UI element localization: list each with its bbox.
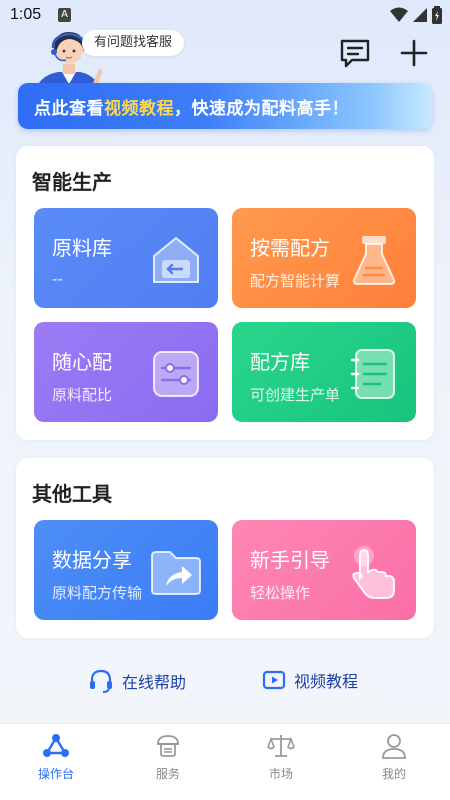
link-label: 在线帮助 — [122, 673, 187, 692]
headset-icon — [90, 669, 112, 693]
tile-subtitle: 配方智能计算 — [250, 272, 341, 290]
banner-highlight: 视频教程 — [104, 99, 174, 119]
material-library-tile[interactable]: 原料库 -- — [34, 208, 218, 308]
battery-icon — [432, 6, 442, 24]
workbench-icon — [43, 734, 69, 757]
plus-icon[interactable] — [397, 36, 431, 70]
user-icon — [382, 734, 406, 759]
tab-mine[interactable]: 我的 — [354, 732, 434, 788]
tile-subtitle: 原料配比 — [52, 386, 113, 404]
wifi-icon — [390, 7, 408, 22]
link-label: 视频教程 — [294, 672, 359, 691]
other-tools-title: 其他工具 — [32, 482, 112, 506]
tile-title: 新手引导 — [250, 548, 330, 572]
tab-workbench[interactable]: 操作台 — [16, 732, 96, 788]
service-icon — [157, 735, 179, 757]
banner-suffix: ，快速成为配料高手！ — [174, 99, 349, 119]
tile-title: 配方库 — [250, 350, 310, 374]
free-mix-tile[interactable]: 随心配 原料配比 — [34, 322, 218, 422]
house-arrow-icon — [153, 236, 199, 283]
status-indicators — [390, 6, 442, 24]
formula-on-demand-tile[interactable]: 按需配方 配方智能计算 — [232, 208, 416, 308]
banner-prefix: 点此查看 — [34, 99, 104, 119]
tile-subtitle: 原料配方传输 — [52, 584, 143, 602]
tile-subtitle: 轻松操作 — [250, 584, 311, 602]
tab-label: 服务 — [155, 767, 180, 781]
tile-title: 原料库 — [52, 236, 112, 260]
formula-library-tile[interactable]: 配方库 可创建生产单 — [232, 322, 416, 422]
tab-service[interactable]: 服务 — [128, 732, 208, 788]
smart-production-card: 智能生产 原料库 -- 按需配方 配方智能计算 随心配 原料配比 配方库 可创建… — [16, 146, 434, 440]
folder-share-icon — [151, 551, 201, 595]
notification-icon: A — [58, 8, 71, 22]
tile-title: 按需配方 — [250, 236, 330, 260]
bottom-tab-bar: 操作台 服务 市场 我的 — [0, 723, 450, 800]
message-icon[interactable] — [338, 36, 372, 70]
finger-tap-icon — [352, 546, 395, 599]
help-bubble[interactable]: 有问题找客服 — [82, 30, 185, 56]
tile-subtitle: -- — [52, 270, 63, 288]
other-tools-card: 其他工具 数据分享 原料配方传输 新手引导 轻松操作 — [16, 458, 434, 638]
tile-subtitle: 可创建生产单 — [250, 386, 341, 404]
video-tutorial-link[interactable]: 视频教程 — [262, 668, 358, 692]
banner-text: 点此查看视频教程，快速成为配料高手！ — [34, 94, 349, 119]
beginner-guide-tile[interactable]: 新手引导 轻松操作 — [232, 520, 416, 620]
data-share-tile[interactable]: 数据分享 原料配方传输 — [34, 520, 218, 620]
notebook-icon — [350, 349, 395, 399]
status-time: 1:05 — [10, 6, 42, 23]
scale-icon — [267, 735, 295, 757]
online-help-link[interactable]: 在线帮助 — [88, 668, 186, 694]
tab-label: 操作台 — [37, 767, 74, 781]
tile-title: 数据分享 — [52, 548, 132, 572]
help-links: 在线帮助 视频教程 — [0, 668, 450, 698]
tab-market[interactable]: 市场 — [241, 732, 321, 788]
tab-label: 市场 — [268, 767, 293, 781]
signal-icon — [413, 8, 427, 22]
tab-label: 我的 — [381, 767, 406, 781]
play-video-icon — [262, 670, 286, 690]
flask-icon — [352, 236, 396, 285]
video-tutorial-banner[interactable]: 点此查看视频教程，快速成为配料高手！ — [18, 83, 432, 129]
smart-production-title: 智能生产 — [32, 170, 112, 194]
tile-title: 随心配 — [52, 350, 112, 374]
sliders-icon — [153, 351, 199, 397]
